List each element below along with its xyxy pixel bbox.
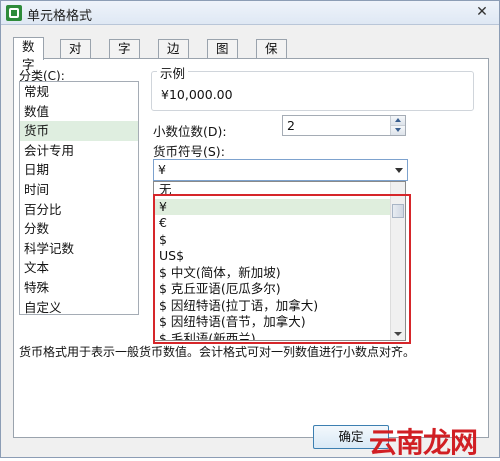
format-description: 货币格式用于表示一般货币数值。会计格式可对一列数值进行小数点对齐。 <box>19 345 416 359</box>
decimal-places-stepper[interactable]: 2 <box>282 115 406 136</box>
format-cells-dialog: 单元格格式 ✕ 数字 对齐 字体 边框 图案 保护 分类(C): 常规 数值 货… <box>0 0 500 459</box>
dropdown-option[interactable]: $ 因纽特语(音节，加拿大) <box>154 314 405 331</box>
currency-symbol-selected: ¥ <box>158 162 166 177</box>
category-item[interactable]: 日期 <box>20 160 138 180</box>
currency-symbol-label: 货币符号(S): <box>153 144 225 159</box>
dropdown-scrollbar[interactable] <box>390 182 405 340</box>
chevron-down-icon[interactable] <box>395 168 403 173</box>
tab-border[interactable]: 边框 <box>158 39 189 74</box>
tab-number[interactable]: 数字 <box>13 37 44 72</box>
dropdown-option[interactable]: $ 毛利语(新西兰) <box>154 331 405 341</box>
category-item[interactable]: 百分比 <box>20 200 138 220</box>
scroll-down-icon[interactable] <box>394 332 402 336</box>
category-item[interactable]: 自定义 <box>20 298 138 318</box>
category-item[interactable]: 分数 <box>20 219 138 239</box>
sample-group-title: 示例 <box>157 63 189 82</box>
dropdown-option[interactable]: € <box>154 215 405 232</box>
watermark-text: 云南龙网 <box>369 426 478 459</box>
category-item[interactable]: 会计专用 <box>20 141 138 161</box>
dropdown-option[interactable]: $ 克丘亚语(厄瓜多尔) <box>154 281 405 298</box>
spinner <box>390 116 405 135</box>
tab-patterns[interactable]: 图案 <box>207 39 238 74</box>
title-bar: 单元格格式 ✕ <box>1 1 499 25</box>
currency-symbol-dropdown[interactable]: 无 ¥ € $ US$ $ 中文(简体，新加坡) $ 克丘亚语(厄瓜多尔) $ … <box>153 181 406 341</box>
site-watermark: 云南龙网 <box>369 421 493 459</box>
category-item[interactable]: 文本 <box>20 258 138 278</box>
decimal-places-value[interactable]: 2 <box>287 118 295 133</box>
category-list[interactable]: 常规 数值 货币 会计专用 日期 时间 百分比 分数 科学记数 文本 特殊 自定… <box>19 81 139 315</box>
dialog-title: 单元格格式 <box>27 9 93 24</box>
app-logo-icon <box>6 5 22 21</box>
dropdown-option[interactable]: $ 因纽特语(拉丁语，加拿大) <box>154 298 405 315</box>
currency-symbol-select[interactable]: ¥ <box>153 159 408 181</box>
dropdown-option[interactable]: 无 <box>154 182 405 199</box>
spin-up-icon[interactable] <box>391 116 405 126</box>
category-item[interactable]: 数值 <box>20 102 138 122</box>
category-item[interactable]: 常规 <box>20 82 138 102</box>
spin-down-icon[interactable] <box>391 125 405 135</box>
category-item-selected[interactable]: 货币 <box>20 121 138 141</box>
decimal-places-label: 小数位数(D): <box>153 124 227 139</box>
tab-font[interactable]: 字体 <box>109 39 140 74</box>
dropdown-option-highlighted[interactable]: ¥ <box>154 198 405 215</box>
dropdown-option[interactable]: US$ <box>154 248 405 265</box>
close-icon[interactable]: ✕ <box>471 3 493 21</box>
dropdown-option[interactable]: $ <box>154 232 405 249</box>
scrollbar-thumb[interactable] <box>392 204 404 218</box>
sample-value: ¥10,000.00 <box>161 87 233 102</box>
category-item[interactable]: 时间 <box>20 180 138 200</box>
category-item[interactable]: 特殊 <box>20 278 138 298</box>
category-item[interactable]: 科学记数 <box>20 239 138 259</box>
tab-protection[interactable]: 保护 <box>256 39 287 74</box>
tab-alignment[interactable]: 对齐 <box>60 39 91 74</box>
dropdown-option[interactable]: $ 中文(简体，新加坡) <box>154 265 405 282</box>
